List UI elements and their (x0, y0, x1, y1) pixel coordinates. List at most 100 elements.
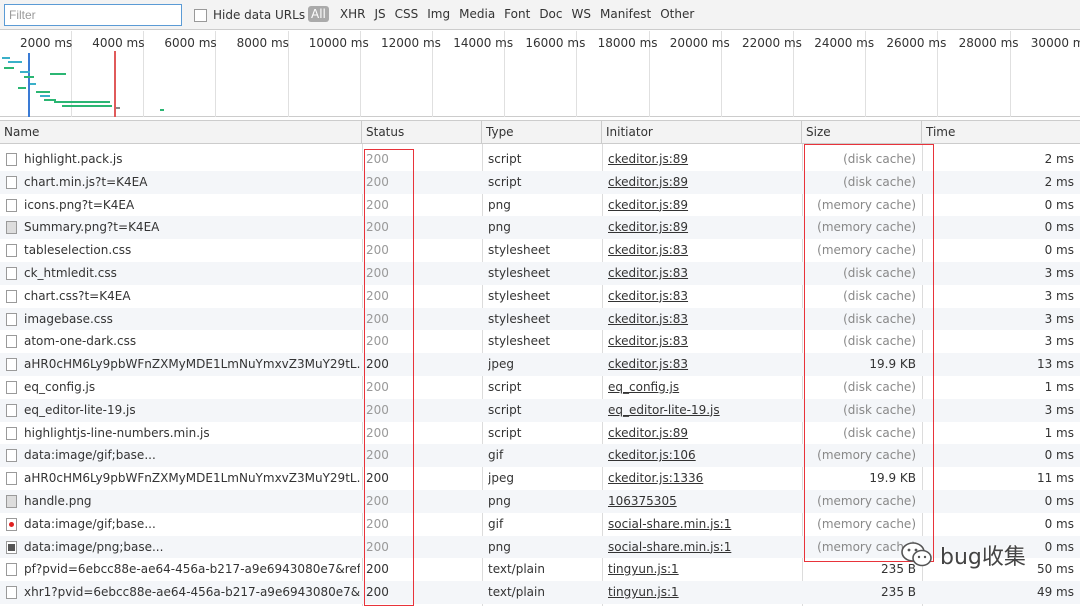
request-type: jpeg (488, 471, 514, 486)
request-name[interactable]: ck_htmledit.css (24, 262, 360, 285)
column-header-time[interactable]: Time (922, 121, 1080, 144)
request-time: 2 ms (1044, 152, 1074, 166)
request-initiator-link[interactable]: eq_config.js (608, 376, 798, 399)
request-initiator-link[interactable]: ckeditor.js:1336 (608, 467, 798, 490)
requests-table-header: Name Status Type Initiator Size Time (0, 120, 1080, 144)
file-icon (6, 335, 17, 349)
request-initiator-link[interactable]: 106375305 (608, 490, 798, 513)
timeline-request-bar (24, 76, 34, 78)
request-initiator-link[interactable]: eq_editor-lite-19.js (608, 399, 798, 422)
request-name[interactable]: eq_editor-lite-19.js (24, 399, 360, 422)
type-filter-css[interactable]: CSS (395, 6, 419, 22)
request-name[interactable]: atom-one-dark.css (24, 330, 360, 353)
request-name[interactable]: eq_config.js (24, 376, 360, 399)
request-name[interactable]: data:image/gif;base... (24, 444, 360, 467)
request-name[interactable]: xhr1?pvid=6ebcc88e-ae64-456a-b217-a9e694… (24, 581, 360, 604)
column-header-name[interactable]: Name (0, 121, 362, 144)
request-initiator-link[interactable]: social-share.min.js:1 (608, 513, 798, 536)
type-filter-other[interactable]: Other (660, 6, 694, 22)
request-initiator-link[interactable]: ckeditor.js:83 (608, 330, 798, 353)
request-initiator-link[interactable]: ckeditor.js:83 (608, 262, 798, 285)
request-name[interactable]: imagebase.css (24, 308, 360, 331)
file-icon (6, 266, 17, 280)
file-icon (6, 244, 17, 258)
size-highlight-box (804, 144, 934, 562)
type-filter-ws[interactable]: WS (572, 6, 591, 22)
request-size: 235 B (881, 585, 916, 600)
timeline-request-bar (40, 95, 50, 97)
timeline-request-bar (4, 67, 14, 69)
timeline-tick-label: 18000 ms (597, 36, 658, 50)
type-filter-font[interactable]: Font (504, 6, 530, 22)
file-icon (6, 586, 17, 600)
request-name[interactable]: chart.min.js?t=K4EA (24, 171, 360, 194)
request-time: 0 ms (1044, 516, 1074, 531)
request-row[interactable]: xhr1?pvid=6ebcc88e-ae64-456a-b217-a9e694… (0, 581, 1080, 604)
request-time: 3 ms (1044, 402, 1074, 417)
type-filter-all[interactable]: All (308, 6, 329, 22)
request-initiator-link[interactable]: ckeditor.js:83 (608, 285, 798, 308)
type-filter-media[interactable]: Media (459, 6, 495, 22)
request-name[interactable]: tableselection.css (24, 239, 360, 262)
request-type: stylesheet (488, 243, 551, 258)
hide-data-urls-toggle[interactable]: Hide data URLs (194, 8, 305, 22)
request-name[interactable]: chart.css?t=K4EA (24, 285, 360, 308)
column-header-type[interactable]: Type (482, 121, 602, 144)
request-type: text/plain (488, 585, 545, 600)
request-type: gif (488, 516, 504, 531)
file-icon (6, 312, 17, 326)
request-initiator-link[interactable]: social-share.min.js:1 (608, 536, 798, 559)
request-time: 1 ms (1044, 379, 1074, 394)
request-time: 1 ms (1044, 425, 1074, 440)
request-name[interactable]: Summary.png?t=K4EA (24, 216, 360, 239)
timeline-tick-label: 26000 ms (886, 36, 947, 50)
request-type: stylesheet (488, 265, 551, 280)
file-icon (6, 198, 17, 212)
timeline-tick-label: 2000 ms (20, 36, 73, 50)
type-filter-xhr[interactable]: XHR (340, 6, 366, 22)
request-initiator-link[interactable]: ckeditor.js:89 (608, 194, 798, 217)
type-filter-manifest[interactable]: Manifest (600, 6, 651, 22)
image-icon (6, 221, 17, 235)
request-initiator-link[interactable]: ckeditor.js:83 (608, 308, 798, 331)
type-filter-js[interactable]: JS (374, 6, 385, 22)
request-initiator-link[interactable]: ckeditor.js:89 (608, 216, 798, 239)
hide-data-urls-checkbox[interactable] (194, 8, 207, 22)
column-header-initiator[interactable]: Initiator (602, 121, 802, 144)
dom-content-loaded-marker (28, 53, 30, 117)
file-icon (6, 358, 17, 372)
filter-input[interactable] (4, 4, 182, 26)
status-highlight-box (364, 149, 414, 606)
request-name[interactable]: aHR0cHM6Ly9pbWFnZXMyMDE1LmNuYmxvZ3MuY29t… (24, 353, 360, 376)
file-icon (6, 563, 17, 577)
request-initiator-link[interactable]: ckeditor.js:89 (608, 171, 798, 194)
request-initiator-link[interactable]: ckeditor.js:106 (608, 444, 798, 467)
request-time: 3 ms (1044, 334, 1074, 349)
type-filter-img[interactable]: Img (427, 6, 450, 22)
column-header-size[interactable]: Size (802, 121, 922, 144)
request-initiator-link[interactable]: ckeditor.js:83 (608, 353, 798, 376)
resource-type-filters: All XHR JS CSS Img Media Font Doc WS Manifest Othe… (308, 6, 703, 22)
request-type: script (488, 425, 522, 440)
request-name[interactable]: highlight.pack.js (24, 148, 360, 171)
column-header-status[interactable]: Status (362, 121, 482, 144)
request-initiator-link[interactable]: ckeditor.js:89 (608, 148, 798, 171)
request-initiator-link[interactable]: ckeditor.js:83 (608, 239, 798, 262)
file-icon (6, 426, 17, 440)
request-name[interactable]: icons.png?t=K4EA (24, 194, 360, 217)
request-name[interactable]: aHR0cHM6Ly9pbWFnZXMyMDE1LmNuYmxvZ3MuY29t… (24, 467, 360, 490)
request-name[interactable]: data:image/gif;base... (24, 513, 360, 536)
timeline-request-bar (62, 105, 112, 107)
request-name[interactable]: handle.png (24, 490, 360, 513)
request-initiator-link[interactable]: tingyun.js:1 (608, 581, 798, 604)
request-initiator-link[interactable]: tingyun.js:1 (608, 558, 798, 581)
request-name[interactable]: data:image/png;base... (24, 536, 360, 559)
timeline-overview[interactable]: 2000 ms 4000 ms 6000 ms 8000 ms 10000 ms 1200… (0, 31, 1080, 117)
request-name[interactable]: highlightjs-line-numbers.min.js (24, 422, 360, 445)
type-filter-doc[interactable]: Doc (539, 6, 562, 22)
request-name[interactable]: pf?pvid=6ebcc88e-ae64-456a-b217-a9e69430… (24, 558, 360, 581)
request-time: 2 ms (1044, 174, 1074, 189)
timeline-tick-label: 4000 ms (92, 36, 145, 50)
request-type: stylesheet (488, 311, 551, 326)
request-initiator-link[interactable]: ckeditor.js:89 (608, 422, 798, 445)
